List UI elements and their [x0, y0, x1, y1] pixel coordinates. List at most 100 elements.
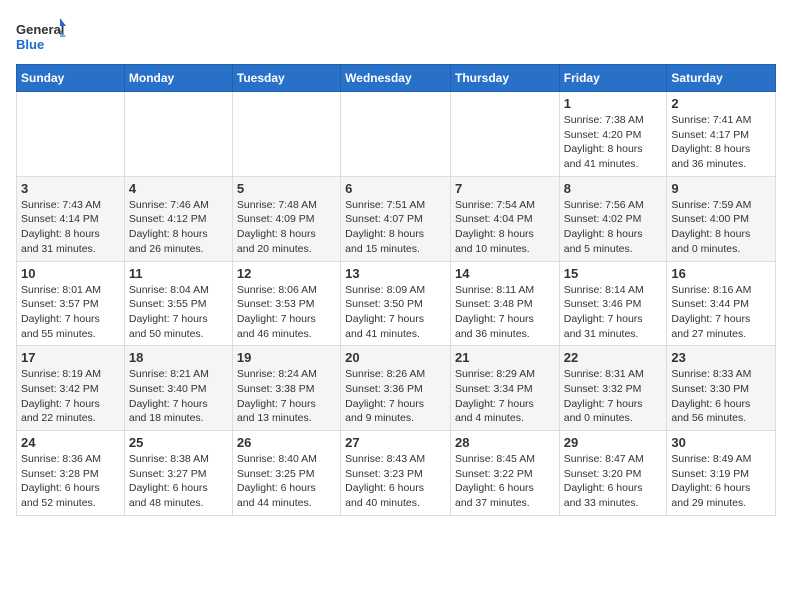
calendar-cell: 10 Sunrise: 8:01 AM Sunset: 3:57 PM Dayli…: [17, 261, 125, 346]
calendar-header-row: SundayMondayTuesdayWednesdayThursdayFrid…: [17, 65, 776, 92]
day-number: 25: [129, 435, 228, 450]
calendar-header-cell: Friday: [559, 65, 667, 92]
calendar-cell: 29Sunrise: 8:47 AM Sunset: 3:20 PM Dayli…: [559, 431, 667, 516]
calendar-cell: [17, 92, 125, 177]
day-info: Sunrise: 8:49 AM Sunset: 3:19 PM Dayligh…: [671, 452, 771, 511]
calendar-cell: 16Sunrise: 8:16 AM Sunset: 3:44 PM Dayli…: [667, 261, 776, 346]
calendar-cell: 7 Sunrise: 7:54 AM Sunset: 4:04 PM Daylig…: [450, 176, 559, 261]
calendar-cell: 6 Sunrise: 7:51 AM Sunset: 4:07 PM Daylig…: [341, 176, 451, 261]
calendar-cell: 26 Sunrise: 8:40 AM Sunset: 3:25 PM Dayli…: [232, 431, 340, 516]
calendar-cell: 23 Sunrise: 8:33 AM Sunset: 3:30 PM Dayli…: [667, 346, 776, 431]
day-info: Sunrise: 8:43 AM Sunset: 3:23 PM Dayligh…: [345, 452, 446, 511]
day-number: 5: [237, 181, 336, 196]
day-info: Sunrise: 8:36 AM Sunset: 3:28 PM Dayligh…: [21, 452, 120, 511]
day-number: 17: [21, 350, 120, 365]
day-info: Sunrise: 8:09 AM Sunset: 3:50 PM Dayligh…: [345, 283, 446, 342]
calendar-header-cell: Monday: [124, 65, 232, 92]
day-info: Sunrise: 8:26 AM Sunset: 3:36 PM Dayligh…: [345, 367, 446, 426]
calendar-cell: 17 Sunrise: 8:19 AM Sunset: 3:42 PM Dayli…: [17, 346, 125, 431]
day-info: Sunrise: 8:14 AM Sunset: 3:46 PM Dayligh…: [564, 283, 663, 342]
calendar-cell: 5Sunrise: 7:48 AM Sunset: 4:09 PM Daylig…: [232, 176, 340, 261]
calendar-cell: 19 Sunrise: 8:24 AM Sunset: 3:38 PM Dayli…: [232, 346, 340, 431]
day-info: Sunrise: 7:54 AM Sunset: 4:04 PM Dayligh…: [455, 198, 555, 257]
calendar-cell: 1 Sunrise: 7:38 AM Sunset: 4:20 PM Daylig…: [559, 92, 667, 177]
day-number: 23: [671, 350, 771, 365]
day-number: 1: [564, 96, 663, 111]
day-number: 4: [129, 181, 228, 196]
calendar-cell: [232, 92, 340, 177]
day-number: 15: [564, 266, 663, 281]
day-info: Sunrise: 8:19 AM Sunset: 3:42 PM Dayligh…: [21, 367, 120, 426]
day-number: 22: [564, 350, 663, 365]
day-number: 10: [21, 266, 120, 281]
calendar-cell: 3 Sunrise: 7:43 AM Sunset: 4:14 PM Daylig…: [17, 176, 125, 261]
day-number: 6: [345, 181, 446, 196]
logo-svg: General Blue: [16, 16, 66, 56]
day-number: 8: [564, 181, 663, 196]
calendar-cell: [450, 92, 559, 177]
calendar-cell: 2Sunrise: 7:41 AM Sunset: 4:17 PM Daylig…: [667, 92, 776, 177]
calendar-cell: 13Sunrise: 8:09 AM Sunset: 3:50 PM Dayli…: [341, 261, 451, 346]
day-number: 28: [455, 435, 555, 450]
day-number: 19: [237, 350, 336, 365]
day-number: 27: [345, 435, 446, 450]
calendar-cell: 9 Sunrise: 7:59 AM Sunset: 4:00 PM Daylig…: [667, 176, 776, 261]
calendar-cell: 25Sunrise: 8:38 AM Sunset: 3:27 PM Dayli…: [124, 431, 232, 516]
day-number: 26: [237, 435, 336, 450]
calendar-cell: 30 Sunrise: 8:49 AM Sunset: 3:19 PM Dayli…: [667, 431, 776, 516]
calendar-week-row: 1 Sunrise: 7:38 AM Sunset: 4:20 PM Daylig…: [17, 92, 776, 177]
day-number: 21: [455, 350, 555, 365]
page-header: General Blue: [16, 16, 776, 56]
calendar-cell: 27 Sunrise: 8:43 AM Sunset: 3:23 PM Dayli…: [341, 431, 451, 516]
day-info: Sunrise: 7:38 AM Sunset: 4:20 PM Dayligh…: [564, 113, 663, 172]
day-number: 7: [455, 181, 555, 196]
day-info: Sunrise: 8:40 AM Sunset: 3:25 PM Dayligh…: [237, 452, 336, 511]
calendar-cell: 8Sunrise: 7:56 AM Sunset: 4:02 PM Daylig…: [559, 176, 667, 261]
day-number: 18: [129, 350, 228, 365]
day-number: 16: [671, 266, 771, 281]
logo: General Blue: [16, 16, 66, 56]
calendar-cell: 12Sunrise: 8:06 AM Sunset: 3:53 PM Dayli…: [232, 261, 340, 346]
calendar-header-cell: Wednesday: [341, 65, 451, 92]
calendar-header-cell: Thursday: [450, 65, 559, 92]
calendar-week-row: 10 Sunrise: 8:01 AM Sunset: 3:57 PM Dayli…: [17, 261, 776, 346]
day-info: Sunrise: 8:24 AM Sunset: 3:38 PM Dayligh…: [237, 367, 336, 426]
calendar-body: 1 Sunrise: 7:38 AM Sunset: 4:20 PM Daylig…: [17, 92, 776, 516]
calendar-cell: 24 Sunrise: 8:36 AM Sunset: 3:28 PM Dayli…: [17, 431, 125, 516]
calendar-header-cell: Saturday: [667, 65, 776, 92]
day-info: Sunrise: 8:11 AM Sunset: 3:48 PM Dayligh…: [455, 283, 555, 342]
day-number: 30: [671, 435, 771, 450]
day-info: Sunrise: 8:01 AM Sunset: 3:57 PM Dayligh…: [21, 283, 120, 342]
calendar-cell: 15 Sunrise: 8:14 AM Sunset: 3:46 PM Dayli…: [559, 261, 667, 346]
day-number: 14: [455, 266, 555, 281]
day-number: 24: [21, 435, 120, 450]
day-number: 11: [129, 266, 228, 281]
day-info: Sunrise: 7:43 AM Sunset: 4:14 PM Dayligh…: [21, 198, 120, 257]
svg-text:General: General: [16, 22, 64, 37]
calendar-week-row: 17 Sunrise: 8:19 AM Sunset: 3:42 PM Dayli…: [17, 346, 776, 431]
calendar-cell: 21 Sunrise: 8:29 AM Sunset: 3:34 PM Dayli…: [450, 346, 559, 431]
day-info: Sunrise: 8:21 AM Sunset: 3:40 PM Dayligh…: [129, 367, 228, 426]
calendar-cell: 18 Sunrise: 8:21 AM Sunset: 3:40 PM Dayli…: [124, 346, 232, 431]
calendar-week-row: 3 Sunrise: 7:43 AM Sunset: 4:14 PM Daylig…: [17, 176, 776, 261]
calendar-cell: 20 Sunrise: 8:26 AM Sunset: 3:36 PM Dayli…: [341, 346, 451, 431]
day-number: 3: [21, 181, 120, 196]
day-info: Sunrise: 8:29 AM Sunset: 3:34 PM Dayligh…: [455, 367, 555, 426]
day-info: Sunrise: 8:33 AM Sunset: 3:30 PM Dayligh…: [671, 367, 771, 426]
calendar-cell: 28 Sunrise: 8:45 AM Sunset: 3:22 PM Dayli…: [450, 431, 559, 516]
day-info: Sunrise: 8:31 AM Sunset: 3:32 PM Dayligh…: [564, 367, 663, 426]
day-number: 20: [345, 350, 446, 365]
day-number: 9: [671, 181, 771, 196]
calendar-cell: [341, 92, 451, 177]
calendar-cell: 11 Sunrise: 8:04 AM Sunset: 3:55 PM Dayli…: [124, 261, 232, 346]
calendar-cell: 14 Sunrise: 8:11 AM Sunset: 3:48 PM Dayli…: [450, 261, 559, 346]
day-info: Sunrise: 7:59 AM Sunset: 4:00 PM Dayligh…: [671, 198, 771, 257]
day-info: Sunrise: 8:45 AM Sunset: 3:22 PM Dayligh…: [455, 452, 555, 511]
day-info: Sunrise: 8:04 AM Sunset: 3:55 PM Dayligh…: [129, 283, 228, 342]
day-info: Sunrise: 7:51 AM Sunset: 4:07 PM Dayligh…: [345, 198, 446, 257]
calendar-cell: 4Sunrise: 7:46 AM Sunset: 4:12 PM Daylig…: [124, 176, 232, 261]
calendar-header-cell: Tuesday: [232, 65, 340, 92]
svg-text:Blue: Blue: [16, 37, 44, 52]
day-number: 29: [564, 435, 663, 450]
calendar-week-row: 24 Sunrise: 8:36 AM Sunset: 3:28 PM Dayli…: [17, 431, 776, 516]
